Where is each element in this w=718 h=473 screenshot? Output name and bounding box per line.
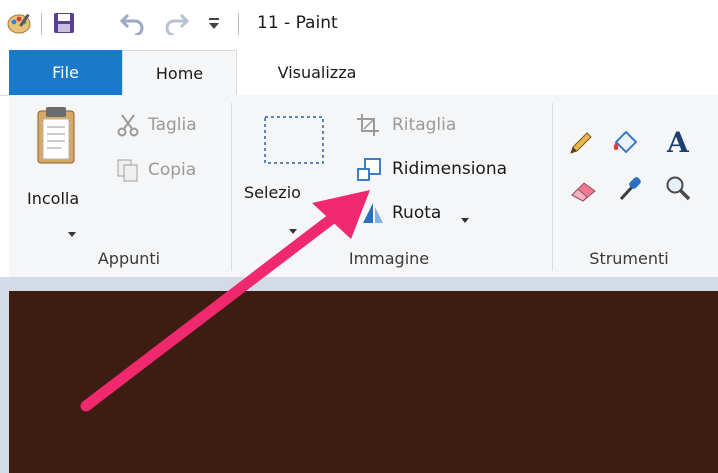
svg-text:A: A xyxy=(666,126,690,156)
title-separator xyxy=(238,13,239,35)
tab-file[interactable]: File xyxy=(9,50,122,95)
resize-icon xyxy=(356,157,382,187)
rotate-button[interactable]: Ruota xyxy=(392,203,441,223)
save-icon[interactable] xyxy=(52,11,76,39)
pencil-icon[interactable] xyxy=(567,129,595,161)
resize-button[interactable]: Ridimensiona xyxy=(392,159,507,179)
crop-button[interactable]: Ritaglia xyxy=(392,115,456,135)
rotate-icon xyxy=(361,201,385,229)
customize-qat-icon[interactable] xyxy=(207,14,221,36)
select-button[interactable]: Selezio xyxy=(244,101,325,234)
group-separator xyxy=(231,103,232,271)
select-rectangle-icon xyxy=(263,115,325,169)
magnifier-icon[interactable] xyxy=(664,174,692,208)
cut-button[interactable]: Taglia xyxy=(148,115,197,135)
ribbon-tabs: File Home Visualizza xyxy=(0,50,718,96)
redo-icon[interactable] xyxy=(163,11,190,39)
copy-button[interactable]: Copia xyxy=(148,160,196,180)
text-icon[interactable]: A xyxy=(665,126,693,160)
quick-access-separator xyxy=(41,13,42,35)
tools-group-label: Strumenti xyxy=(589,249,669,268)
undo-icon[interactable] xyxy=(119,11,146,39)
crop-icon xyxy=(356,113,380,141)
paste-button[interactable]: Incolla xyxy=(20,101,82,237)
canvas-workspace xyxy=(0,277,718,473)
paste-dropdown-icon[interactable] xyxy=(68,223,76,242)
select-dropdown-icon[interactable] xyxy=(289,220,297,239)
eraser-icon[interactable] xyxy=(569,179,599,207)
paint-app-icon[interactable] xyxy=(7,11,33,39)
image-group-label: Immagine xyxy=(348,249,430,268)
clipboard-group-label: Appunti xyxy=(97,249,161,268)
scissors-icon xyxy=(117,113,139,141)
select-label: Selezio xyxy=(244,183,301,202)
title-bar: 11 - Paint xyxy=(0,0,718,50)
ribbon-panel: Incolla Taglia Copia Appunti Selezio Rit… xyxy=(9,95,718,277)
paste-label: Incolla xyxy=(27,189,80,208)
copy-icon xyxy=(116,158,140,186)
window-title: 11 - Paint xyxy=(257,13,338,33)
clipboard-icon xyxy=(36,105,76,169)
rotate-dropdown-icon[interactable] xyxy=(461,209,469,228)
group-separator xyxy=(552,103,553,271)
color-picker-icon[interactable] xyxy=(616,174,644,208)
tab-home[interactable]: Home xyxy=(122,50,237,95)
drawing-canvas[interactable] xyxy=(9,291,718,473)
tab-visualizza[interactable]: Visualizza xyxy=(237,50,397,95)
fill-icon[interactable] xyxy=(611,128,641,162)
